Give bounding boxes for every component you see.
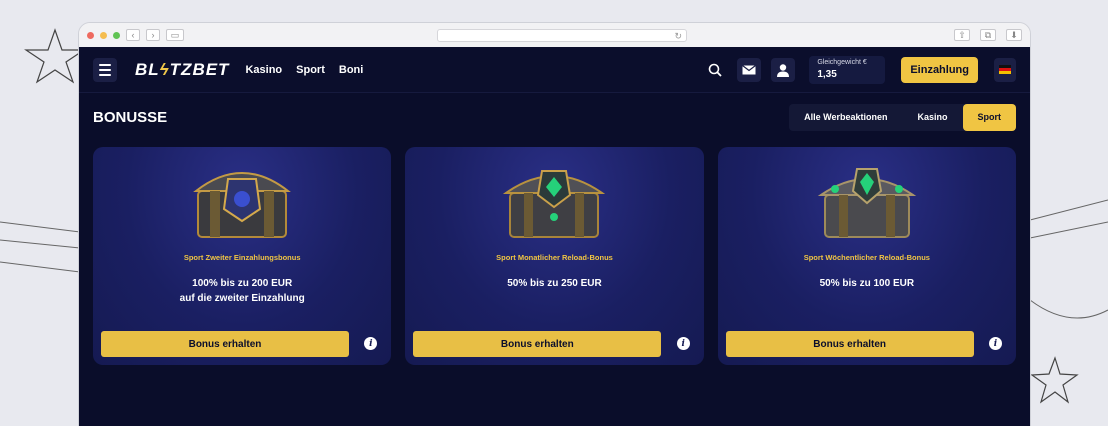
tab-sport[interactable]: Sport <box>962 103 1016 131</box>
chest-gem <box>234 191 251 207</box>
tab-kasino[interactable]: Kasino <box>902 104 962 131</box>
site-content: BLϟTZBET Kasino Sport Boni Gleichgewicht… <box>79 47 1030 426</box>
bonus-card: Sport Monatlicher Reload-Bonus 50% bis z… <box>405 147 704 365</box>
info-icon[interactable]: i <box>364 337 378 350</box>
bonus-offer: 50% bis zu 100 EUR <box>819 278 915 289</box>
bonus-offer: 100% bis zu 200 EUR <box>192 278 293 289</box>
tab-all-promotions[interactable]: Alle Werbeaktionen <box>789 104 902 131</box>
star-icon <box>1030 356 1079 404</box>
minimize-window-button[interactable] <box>100 31 107 39</box>
promotion-filter-tabs: Alle Werbeaktionen Kasino Sport <box>789 103 1016 131</box>
top-navigation: BLϟTZBET Kasino Sport Boni Gleichgewicht… <box>79 47 1030 93</box>
balance-value: 1,35 <box>817 68 837 80</box>
bonus-offer: 50% bis zu 250 EUR <box>507 278 602 289</box>
back-icon[interactable]: ‹ <box>126 29 140 41</box>
bonus-card: Sport Wöchentlicher Reload-Bonus 50% bis… <box>717 147 1016 365</box>
bonus-card: Sport Zweiter Einzahlungsbonus 100% bis … <box>93 147 392 365</box>
bonus-name: Sport Wöchentlicher Reload-Bonus <box>803 253 930 262</box>
user-icon[interactable] <box>771 57 796 82</box>
logo-bolt: ϟ <box>159 59 170 79</box>
balance-label: Gleichgewicht € <box>817 58 867 66</box>
download-icon[interactable]: ⬇ <box>1006 29 1022 41</box>
treasure-chest-icon <box>503 170 606 238</box>
treasure-chest-icon <box>817 168 917 238</box>
get-bonus-button[interactable]: Bonus erhalten <box>725 331 974 357</box>
star-icon <box>24 28 86 84</box>
nav-link-sport[interactable]: Sport <box>296 64 325 76</box>
deposit-button[interactable]: Einzahlung <box>901 56 978 83</box>
forward-icon[interactable]: › <box>146 29 160 41</box>
maximize-window-button[interactable] <box>113 31 120 39</box>
info-icon[interactable]: i <box>676 337 690 350</box>
browser-window: ‹ › ▭ ↻ ⇧ ⧉ ⬇ BLϟTZBET Kasino Sport Boni <box>78 22 1031 426</box>
site-logo[interactable]: BLϟTZBET <box>135 60 229 80</box>
get-bonus-button[interactable]: Bonus erhalten <box>101 331 349 357</box>
search-icon[interactable] <box>703 58 727 82</box>
nav-link-boni[interactable]: Boni <box>339 64 363 76</box>
page-title: BONUSSE <box>93 108 168 126</box>
bonus-description: 50% bis zu 100 EUR <box>718 276 1016 291</box>
bonus-description: 100% bis zu 200 EUR auf die zweiter Einz… <box>93 276 391 306</box>
address-bar[interactable]: ↻ <box>437 29 687 42</box>
share-icon[interactable]: ⇧ <box>954 29 970 41</box>
bonus-cards: Sport Zweiter Einzahlungsbonus 100% bis … <box>79 147 1030 365</box>
get-bonus-button[interactable]: Bonus erhalten <box>413 331 662 357</box>
language-selector[interactable] <box>994 57 1016 82</box>
logo-part-1: BL <box>135 59 160 79</box>
logo-part-2: TZBET <box>169 59 230 79</box>
mail-icon[interactable] <box>737 57 762 82</box>
bonus-condition: auf die zweiter Einzahlung <box>179 293 305 304</box>
info-icon[interactable]: i <box>988 337 1002 350</box>
bonus-description: 50% bis zu 250 EUR <box>405 276 703 291</box>
nav-link-kasino[interactable]: Kasino <box>245 64 282 76</box>
reload-icon[interactable]: ↻ <box>674 30 682 42</box>
close-window-button[interactable] <box>87 31 94 39</box>
tabs-icon[interactable]: ⧉ <box>980 29 996 41</box>
menu-icon[interactable] <box>93 57 117 82</box>
balance-display[interactable]: Gleichgewicht € 1,35 <box>809 55 886 84</box>
treasure-chest-icon <box>193 172 292 238</box>
bonus-name: Sport Monatlicher Reload-Bonus <box>496 253 613 262</box>
bonus-name: Sport Zweiter Einzahlungsbonus <box>183 253 301 262</box>
flag-de-icon <box>999 65 1011 74</box>
browser-toolbar: ‹ › ▭ ↻ ⇧ ⧉ ⬇ <box>79 23 1030 47</box>
sidebar-icon[interactable]: ▭ <box>166 29 184 41</box>
